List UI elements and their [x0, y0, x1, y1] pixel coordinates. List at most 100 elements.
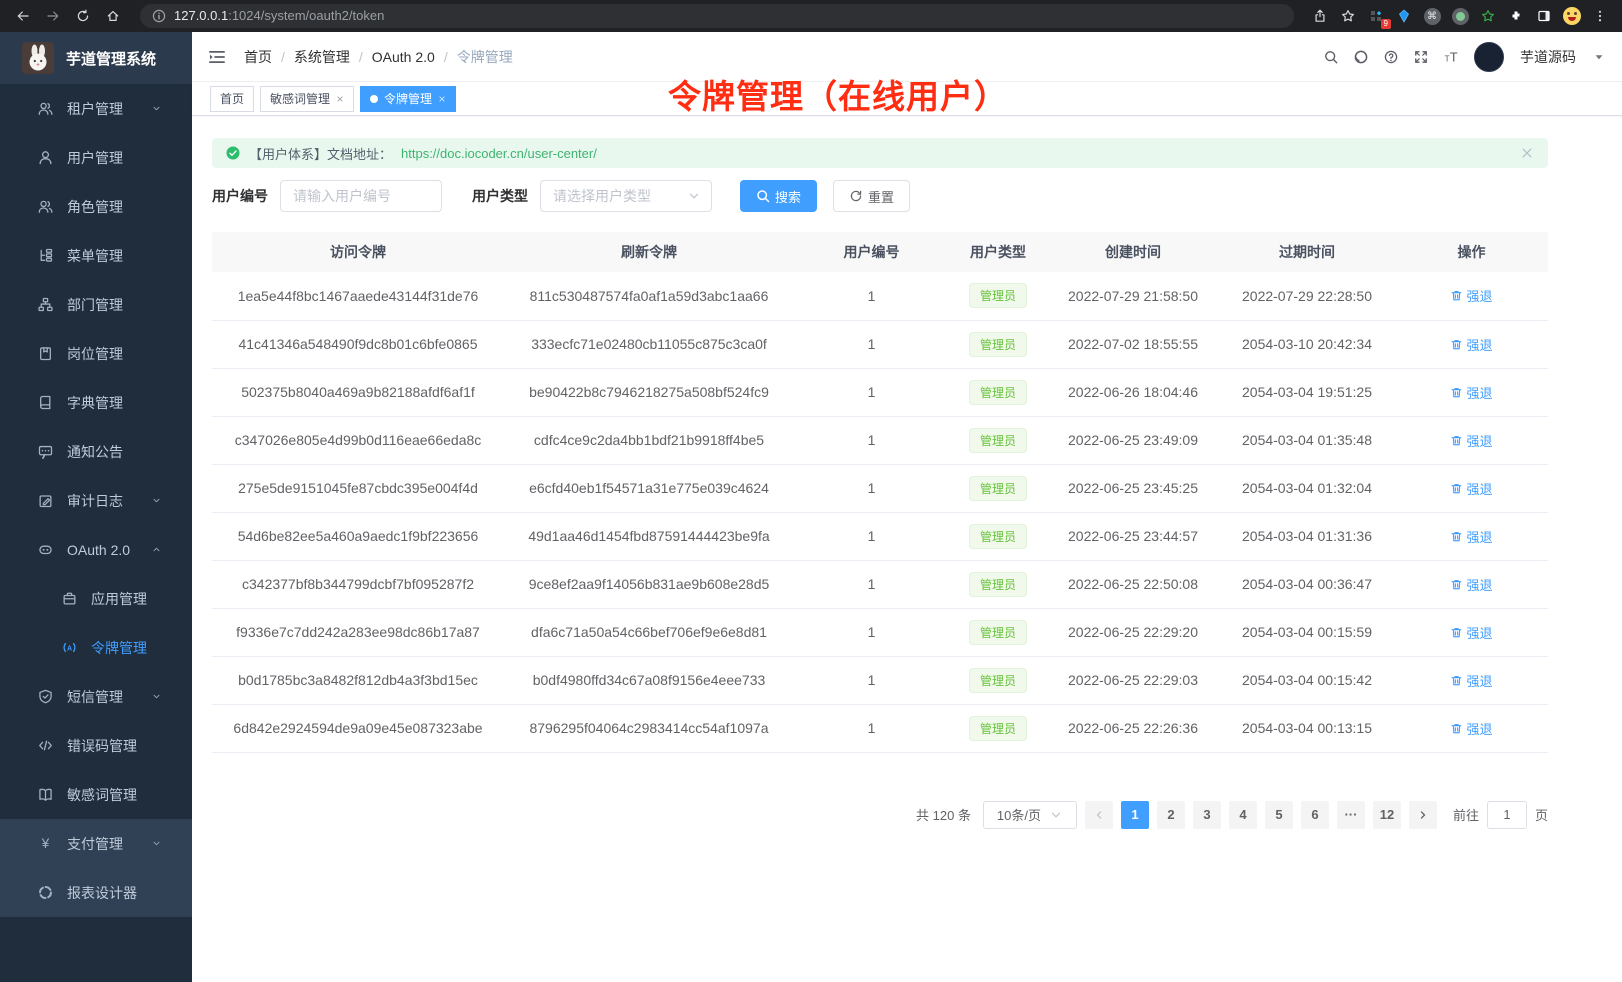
kite-extension-icon[interactable] [1392, 5, 1416, 27]
force-logout-button[interactable]: 强退 [1450, 431, 1492, 450]
force-logout-button[interactable]: 强退 [1450, 623, 1492, 642]
force-logout-button[interactable]: 强退 [1450, 575, 1492, 594]
access-token: f9336e7c7dd242a283ee98dc86b17a87 [212, 608, 504, 656]
sidebar-item-支付管理[interactable]: ¥支付管理 [0, 819, 192, 868]
command-extension-icon[interactable]: ⌘ [1420, 5, 1444, 27]
green-star-extension-icon[interactable] [1476, 5, 1500, 27]
sidebar-item-应用管理[interactable]: 应用管理 [0, 574, 192, 623]
forward-icon[interactable] [40, 3, 66, 29]
sidebar-item-用户管理[interactable]: 用户管理 [0, 133, 192, 182]
font-size-icon[interactable]: TT [1444, 50, 1458, 64]
force-logout-button[interactable]: 强退 [1450, 286, 1492, 305]
user-id-input[interactable] [280, 180, 442, 212]
force-logout-button[interactable]: 强退 [1450, 383, 1492, 402]
sidebar-item-角色管理[interactable]: 角色管理 [0, 182, 192, 231]
success-check-icon [226, 146, 240, 160]
access-token: c342377bf8b344799dcbf7bf095287f2 [212, 560, 504, 608]
force-logout-label: 强退 [1466, 623, 1492, 642]
profile-emoji-icon[interactable] [1560, 5, 1584, 27]
logo-bar[interactable]: 芋道管理系统 [0, 32, 192, 84]
tab-close-icon[interactable] [336, 95, 344, 103]
goto-page-input[interactable] [1487, 801, 1527, 829]
chevron-down-icon[interactable] [1592, 50, 1606, 64]
alert-close-icon[interactable] [1520, 146, 1534, 160]
force-logout-button[interactable]: 强退 [1450, 719, 1492, 738]
page-button-4[interactable]: 4 [1229, 801, 1257, 829]
sidebar-item-短信管理[interactable]: 短信管理 [0, 672, 192, 721]
bookmark-star-icon[interactable] [1336, 5, 1360, 27]
sidebar-item-岗位管理[interactable]: 岗位管理 [0, 329, 192, 378]
sidebar-item-字典管理[interactable]: 字典管理 [0, 378, 192, 427]
created-at: 2022-06-26 18:04:46 [1047, 368, 1219, 416]
user-type-cell: 管理员 [949, 464, 1047, 512]
user-id: 1 [794, 464, 949, 512]
prev-page-button[interactable] [1085, 801, 1113, 829]
user-type-select[interactable]: 请选择用户类型 [540, 180, 712, 212]
page-button-2[interactable]: 2 [1157, 801, 1185, 829]
page-button-1[interactable]: 1 [1121, 801, 1149, 829]
sidebar-item-报表设计器[interactable]: 报表设计器 [0, 868, 192, 917]
home-icon[interactable] [100, 3, 126, 29]
sidebar-item-label: 菜单管理 [67, 246, 176, 266]
breadcrumb-item[interactable]: 系统管理 [294, 47, 350, 67]
page-button-5[interactable]: 5 [1265, 801, 1293, 829]
fullscreen-icon[interactable] [1414, 50, 1428, 64]
chrome-menu-icon[interactable] [1588, 5, 1612, 27]
user-id: 1 [794, 416, 949, 464]
user-name[interactable]: 芋道源码 [1520, 47, 1576, 67]
reload-icon[interactable] [70, 3, 96, 29]
page-button-6[interactable]: 6 [1301, 801, 1329, 829]
address-bar[interactable]: 127.0.0.1:1024/system/oauth2/token [140, 4, 1294, 28]
alert-link[interactable]: https://doc.iocoder.cn/user-center/ [401, 146, 597, 161]
share-icon[interactable] [1308, 5, 1332, 27]
sidebar-panel-icon[interactable] [1532, 5, 1556, 27]
avatar[interactable] [1474, 42, 1504, 72]
search-icon[interactable] [1324, 50, 1338, 64]
sidebar-toggle-icon[interactable] [208, 48, 226, 66]
sidebar-item-令牌管理[interactable]: A令牌管理 [0, 623, 192, 672]
next-page-button[interactable] [1409, 801, 1437, 829]
access-token: 1ea5e44f8bc1467aaede43144f31de76 [212, 272, 504, 320]
sidebar-item-菜单管理[interactable]: 菜单管理 [0, 231, 192, 280]
force-logout-button[interactable]: 强退 [1450, 335, 1492, 354]
sidebar-item-部门管理[interactable]: 部门管理 [0, 280, 192, 329]
breadcrumb-item[interactable]: 首页 [244, 47, 272, 67]
breadcrumb-separator: / [359, 49, 363, 65]
actions-cell: 强退 [1395, 608, 1548, 656]
tab-首页[interactable]: 首页 [210, 86, 254, 112]
help-icon[interactable] [1384, 50, 1398, 64]
sidebar-item-OAuth 2.0[interactable]: OAuth 2.0 [0, 525, 192, 574]
search-button[interactable]: 搜索 [740, 180, 817, 212]
puzzle-extension-icon[interactable] [1504, 5, 1528, 27]
page-button-3[interactable]: 3 [1193, 801, 1221, 829]
user-type-cell: 管理员 [949, 656, 1047, 704]
tab-敏感词管理[interactable]: 敏感词管理 [260, 86, 354, 112]
user-id: 1 [794, 656, 949, 704]
tab-令牌管理[interactable]: 令牌管理 [360, 86, 456, 112]
tab-close-icon[interactable] [438, 95, 446, 103]
github-icon[interactable] [1354, 50, 1368, 64]
sidebar-item-租户管理[interactable]: 租户管理 [0, 84, 192, 133]
breadcrumb-item[interactable]: OAuth 2.0 [372, 49, 435, 65]
column-header: 过期时间 [1219, 232, 1395, 272]
sidebar-item-审计日志[interactable]: 审计日志 [0, 476, 192, 525]
expires-at: 2022-07-29 22:28:50 [1219, 272, 1395, 320]
page-button-12[interactable]: 12 [1373, 801, 1401, 829]
reset-button[interactable]: 重置 [833, 180, 910, 212]
record-extension-icon[interactable] [1448, 5, 1472, 27]
sidebar-item-错误码管理[interactable]: 错误码管理 [0, 721, 192, 770]
created-at: 2022-06-25 22:29:03 [1047, 656, 1219, 704]
page-more-button[interactable]: ··· [1337, 801, 1365, 829]
force-logout-button[interactable]: 强退 [1450, 479, 1492, 498]
sidebar-item-通知公告[interactable]: 通知公告 [0, 427, 192, 476]
info-icon[interactable] [152, 9, 166, 23]
page-size-select[interactable]: 10条/页 [983, 801, 1077, 829]
column-header: 用户类型 [949, 232, 1047, 272]
sidebar-item-敏感词管理[interactable]: 敏感词管理 [0, 770, 192, 819]
extension-grid-icon[interactable]: 9 [1364, 5, 1388, 27]
table-row: 275e5de9151045fe87cbdc395e004f4de6cfd40e… [212, 464, 1548, 512]
actions-cell: 强退 [1395, 320, 1548, 368]
force-logout-button[interactable]: 强退 [1450, 671, 1492, 690]
back-icon[interactable] [10, 3, 36, 29]
force-logout-button[interactable]: 强退 [1450, 527, 1492, 546]
